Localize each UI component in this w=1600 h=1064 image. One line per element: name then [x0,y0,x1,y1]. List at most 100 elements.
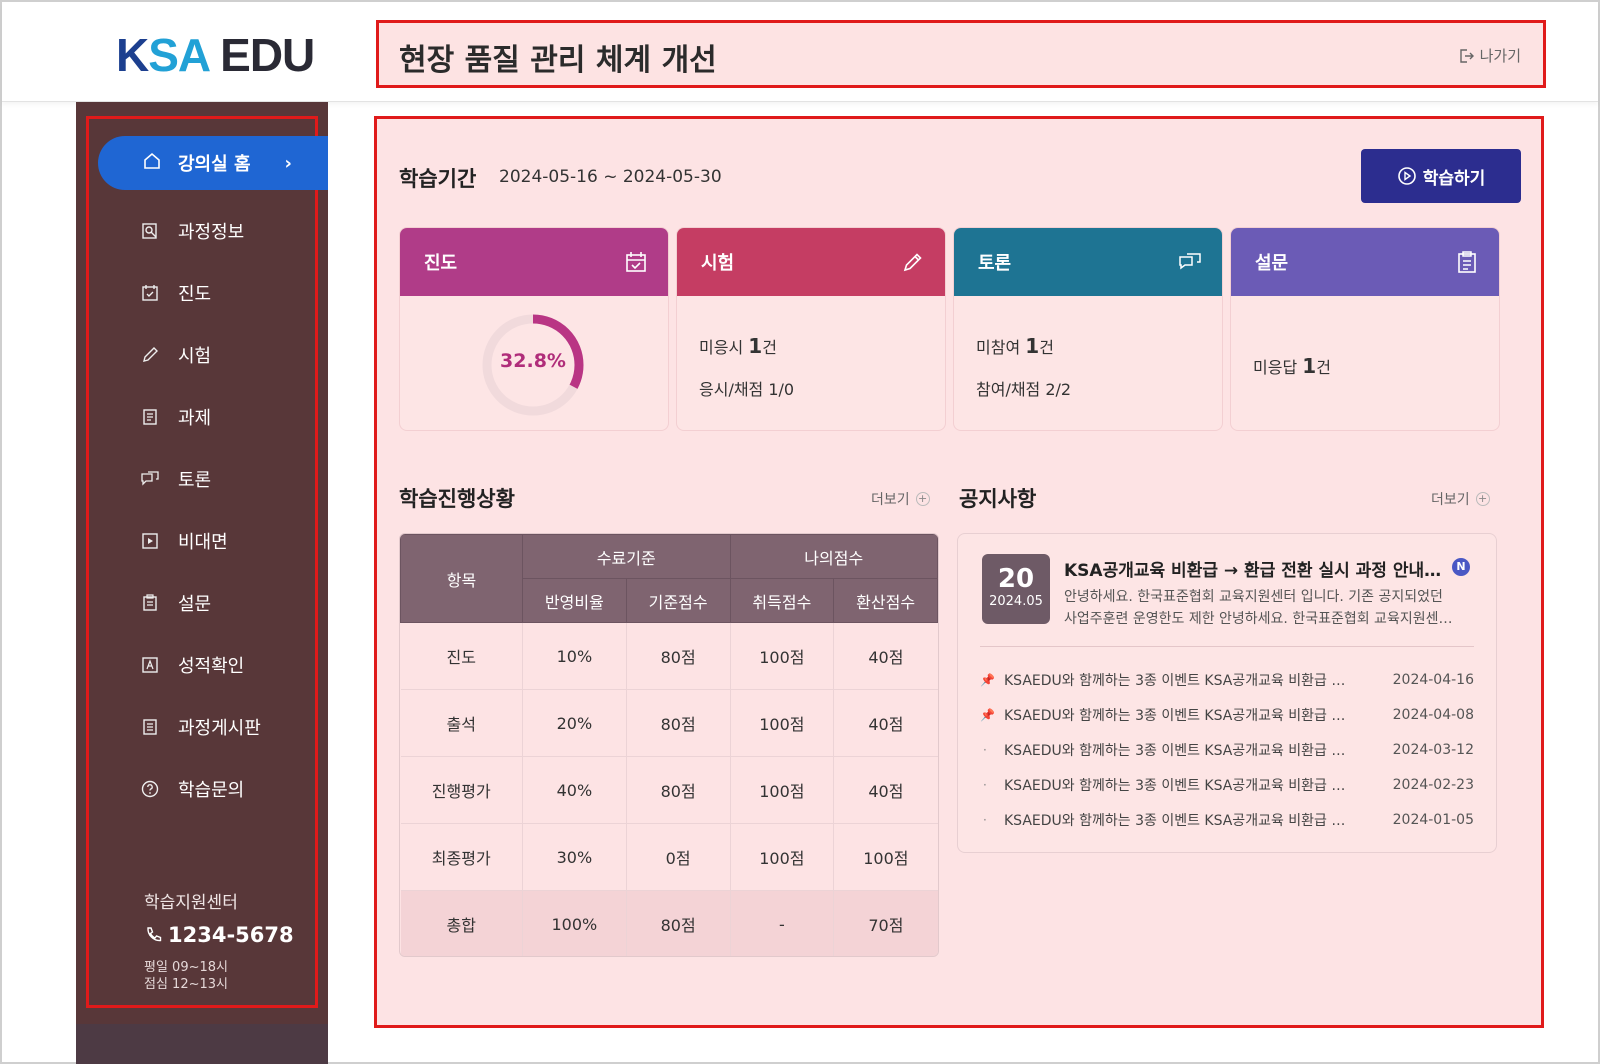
support-phone[interactable]: 1234-5678 [144,923,294,947]
survey-card-body: 미응답 1건 [1231,296,1499,430]
sidebar-item-survey[interactable]: 설문 [140,572,261,634]
sidebar-item-home[interactable]: 강의실 홈 › [98,136,328,190]
sidebar-item-label: 과정정보 [178,222,245,243]
sidebar-item-board[interactable]: 과정게시판 [140,696,261,758]
notice-more-link[interactable]: 더보기 + [1431,489,1490,509]
notice-item-date: 2024-01-05 [1392,811,1474,828]
sidebar-item-grades[interactable]: 성적확인 [140,634,261,696]
list-item[interactable]: 📌 KSAEDU와 함께하는 3종 이벤트 KSA공개교육 비환급 … 2024-0… [980,662,1474,697]
ksa-edu-logo[interactable]: KSA EDU [116,28,315,82]
survey-card[interactable]: 설문 미응답 1건 [1230,227,1500,431]
table-cell: 10% [522,622,627,690]
discussion-status: 참여/채점 2/2 [976,380,1072,399]
calendar-check-icon [140,283,166,303]
table-cell: 최종평가 [400,823,523,891]
table-cell: 0점 [625,823,730,891]
exam-card-header: 시험 [677,228,945,296]
exit-button[interactable]: 나가기 [1458,45,1521,66]
plus-icon: + [1475,492,1490,506]
featured-notice-body-line: 사업주훈련 운영한도 제한 안녕하세요. 한국표준협회 교육지원센… [1064,611,1453,627]
learning-progress-title: 학습진행상황 [399,487,515,511]
discussion-card[interactable]: 토론 미참여 1건 참여/채점 2/2 [953,227,1223,431]
sidebar-item-label: 학습문의 [178,780,245,801]
new-badge: N [1452,558,1470,576]
sidebar-item-discussion[interactable]: 토론 [140,448,261,510]
sidebar-item-label: 설문 [178,594,212,615]
notice-item-title: KSAEDU와 함께하는 3종 이벤트 KSA공개교육 비환급 … [1004,812,1346,829]
sidebar-item-exam[interactable]: 시험 [140,324,261,386]
col-header-item: 항목 [400,534,523,623]
home-icon [142,151,164,176]
progress-percent: 32.8% [500,350,566,372]
table-cell: 100점 [729,622,834,690]
logo-k: K [116,29,149,81]
support-phone-number: 1234-5678 [168,923,294,947]
table-cell: 출석 [400,689,523,757]
table-cell: 총합 [400,890,523,956]
notice-panel: 20 2024.05 KSA공개교육 비환급 → 환급 전환 실시 과정 안내(… [957,533,1497,853]
assignment-icon [140,407,166,427]
discussion-card-title: 토론 [978,253,1012,274]
sidebar-item-remote[interactable]: 비대면 [140,510,261,572]
notice-item-date: 2024-04-08 [1392,706,1474,723]
col-header-ratio: 반영비율 [522,578,627,623]
sidebar-item-progress[interactable]: 진도 [140,262,261,324]
list-item[interactable]: 📌 KSAEDU와 함께하는 3종 이벤트 KSA공개교육 비환급 … 2024-0… [980,697,1474,732]
exam-card[interactable]: 시험 미응시 1건 응시/채점 1/0 [676,227,946,431]
sidebar-item-course-info[interactable]: 과정정보 [140,200,261,262]
chat-icon [140,469,166,489]
exit-icon [1459,48,1474,63]
exam-card-body: 미응시 1건 응시/채점 1/0 [677,296,945,430]
table-cell: 80점 [625,689,730,757]
progress-card-header: 진도 [400,228,668,296]
sidebar-item-inquiry[interactable]: 학습문의 [140,758,261,820]
col-header-converted: 환산점수 [833,578,938,623]
chat-icon [1179,253,1201,270]
notice-item-date: 2024-02-23 [1392,776,1474,793]
bullet-icon: · [983,777,987,792]
table-cell: 80점 [625,756,730,824]
sidebar-item-label: 성적확인 [178,656,245,677]
logo-sa: SA [148,29,211,81]
list-item[interactable]: · KSAEDU와 함께하는 3종 이벤트 KSA공개교육 비환급 … 2024-0… [980,802,1474,837]
chevron-right-icon: › [284,152,292,174]
calendar-check-icon [626,252,646,272]
table-cell: 100점 [729,689,834,757]
sidebar-footer-strip [76,1024,328,1064]
progress-card-body: 32.8% [400,296,668,430]
course-title: 현장 품질 관리 체계 개선 [399,43,717,78]
pin-icon: 📌 [980,672,995,687]
sidebar-home-label: 강의실 홈 [178,154,251,175]
featured-notice-body[interactable]: 안녕하세요. 한국표준협회 교육지원센터 입니다. 기존 공지되었던 사업주훈련… [1064,586,1474,630]
learning-progress-more-link[interactable]: 더보기 + [871,489,930,509]
exam-card-title: 시험 [701,253,735,274]
notice-divider [980,646,1474,647]
pencil-icon [140,345,166,365]
table-cell: 80점 [625,890,730,956]
logo-edu: EDU [220,29,315,81]
sidebar-item-label: 과정게시판 [178,718,261,739]
list-item[interactable]: · KSAEDU와 함께하는 3종 이벤트 KSA공개교육 비환급 … 2024-0… [980,767,1474,802]
table-row: 최종평가 30% 0점 100점 100점 [400,823,938,891]
main-content: 학습기간 2024-05-16 ~ 2024-05-30 학습하기 진도 32.… [374,116,1544,1028]
course-title-bar: 현장 품질 관리 체계 개선 나가기 [376,20,1546,88]
featured-notice-title[interactable]: KSA공개교육 비환급 → 환급 전환 실시 과정 안내(… [1064,556,1444,581]
notice-item-title: KSAEDU와 함께하는 3종 이벤트 KSA공개교육 비환급 … [1004,777,1346,794]
study-button[interactable]: 학습하기 [1361,149,1521,203]
table-row: 진행평가 40% 80점 100점 40점 [400,756,938,824]
sidebar-item-assignment[interactable]: 과제 [140,386,261,448]
sidebar-item-label: 시험 [178,346,212,367]
support-hours-weekday: 평일 09~18시 [144,960,228,975]
col-header-completion: 수료기준 [522,534,731,579]
table-cell: 100점 [833,823,938,891]
video-icon [140,531,166,551]
notice-item-date: 2024-04-16 [1392,671,1474,688]
discussion-card-body: 미참여 1건 참여/채점 2/2 [954,296,1222,430]
progress-card[interactable]: 진도 32.8% [399,227,669,431]
list-item[interactable]: · KSAEDU와 함께하는 3종 이벤트 KSA공개교육 비환급 … 2024-0… [980,732,1474,767]
board-icon [140,717,166,737]
featured-notice-body-line: 안녕하세요. 한국표준협회 교육지원센터 입니다. 기존 공지되었던 [1064,589,1443,605]
more-label: 더보기 [1431,492,1470,508]
col-header-base: 기준점수 [625,578,731,623]
support-hours-lunch: 점심 12~13시 [144,977,228,992]
